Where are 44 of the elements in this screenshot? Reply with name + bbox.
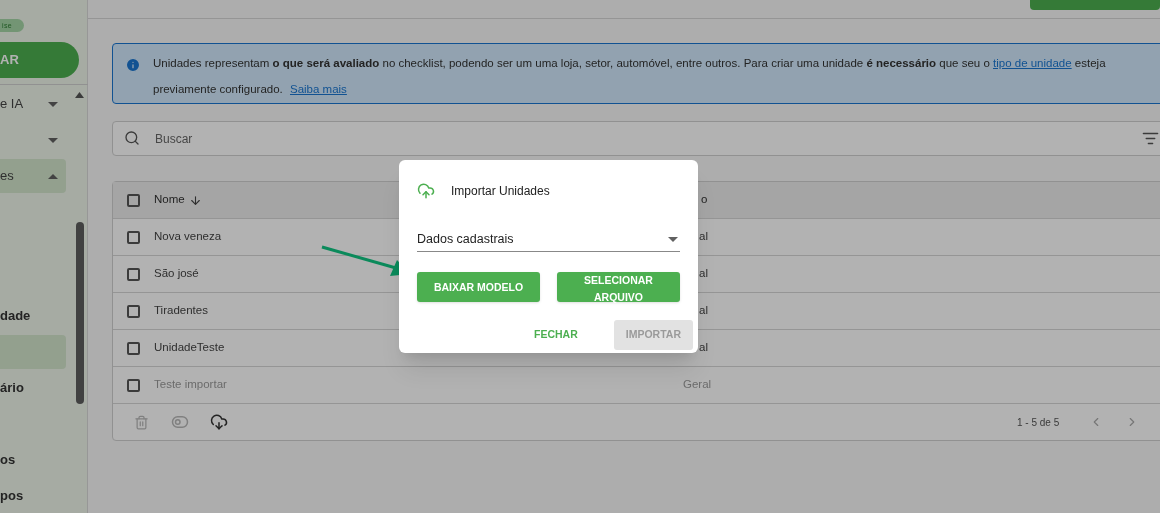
table-cell-text: Geral — [683, 377, 712, 393]
collapse-caret-icon — [48, 173, 58, 179]
cloud-download-icon[interactable] — [210, 413, 228, 431]
sort-arrow-icon[interactable] — [188, 193, 202, 207]
table-cell-text: al — [698, 340, 708, 356]
table-cell: Tiradentes — [154, 304, 208, 317]
column-header[interactable]: Nome — [154, 191, 185, 209]
table-cell-text: al — [698, 303, 708, 319]
sidebar-item[interactable]: dade — [0, 299, 66, 333]
row-checkbox[interactable] — [127, 230, 140, 244]
cloud-upload-icon — [417, 182, 435, 200]
row-checkbox[interactable] — [127, 267, 140, 281]
close-button[interactable]: FECHAR — [522, 320, 590, 350]
dialog-title: Importar Unidades — [451, 183, 550, 200]
table-cell: Nova veneza — [154, 230, 222, 243]
table-cell: São josé — [154, 267, 199, 280]
unit-type-link[interactable]: tipo de unidade — [993, 57, 1072, 69]
select-all-checkbox[interactable] — [127, 193, 140, 207]
table-cell-text: al — [698, 266, 708, 282]
learn-more-link[interactable]: Saiba mais — [290, 83, 347, 95]
scroll-up-icon[interactable] — [75, 92, 84, 98]
dialog-button[interactable]: SELECIONAR ARQUIVO — [557, 272, 680, 302]
pagination-text: 1 - 5 de 5 — [1017, 415, 1060, 430]
info-icon — [125, 57, 141, 73]
select-field[interactable]: Dados cadastrais — [417, 228, 680, 252]
search-field[interactable]: Buscar — [112, 121, 1160, 156]
dialog-button[interactable]: BAIXAR MODELO — [417, 272, 540, 302]
table-cell: UnidadeTeste — [154, 341, 225, 354]
sidebar-item[interactable]: pos — [0, 479, 66, 513]
filter-icon[interactable] — [1142, 130, 1159, 147]
sidebar-item[interactable]: es — [0, 159, 66, 193]
sidebar-item[interactable]: os — [0, 443, 66, 477]
search-icon — [124, 130, 140, 146]
expand-caret-icon — [48, 101, 58, 107]
dropdown-caret-icon — [668, 237, 678, 242]
sidebar-item[interactable]: ário — [0, 371, 66, 405]
table-cell: Teste importar — [154, 378, 227, 391]
expand-caret-icon — [48, 137, 58, 143]
row-checkbox[interactable] — [127, 341, 140, 355]
info-text: Unidades representam o que será avaliado no checklist, podendo ser um uma loja, setor, automóvel, entre outros. Para criar uma unidade é necessário que seu o tipo de unidade esteja previamente configurado. Saiba mais — [153, 56, 1107, 97]
table-cell-text: al — [698, 229, 708, 245]
sidebar-item[interactable]: e IA — [0, 87, 66, 121]
row-checkbox[interactable] — [127, 304, 140, 318]
scrollbar-thumb[interactable] — [75, 222, 84, 404]
